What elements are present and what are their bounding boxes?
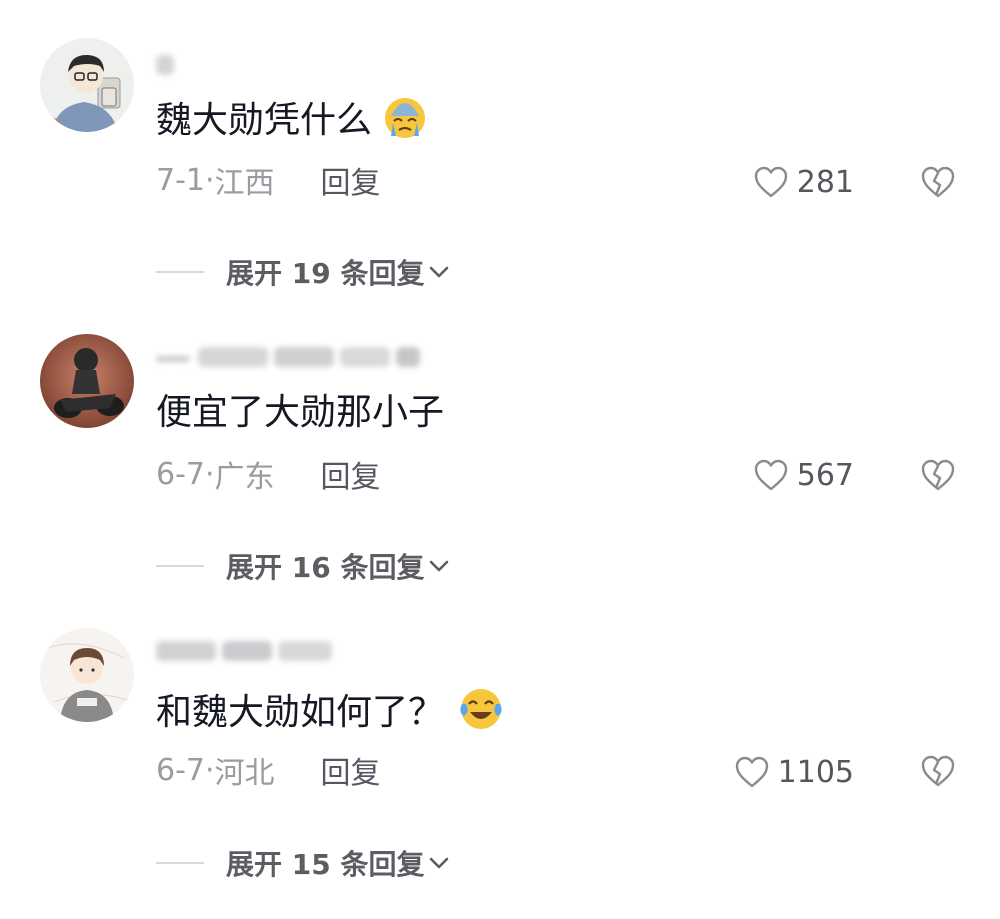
broken-heart-icon[interactable] [920,754,956,788]
chevron-down-icon [430,560,449,572]
comment-text-label: 便宜了大勋那小子 [156,392,445,433]
reply-button[interactable]: 回复 [321,748,381,792]
expand-replies-label: 展开 15 条回复 [226,848,425,881]
avatar-illustration [40,628,134,722]
comment-meta: 6-7· 广东 回复 [156,452,381,496]
expand-replies-label: 展开 16 条回复 [226,551,425,584]
laughing-tears-emoji [460,689,502,729]
comment-text-label: 和魏大勋如何了？ [156,692,445,733]
like-button[interactable]: 567 [753,455,854,495]
heart-outline-icon [754,459,787,491]
chevron-down-icon [430,857,449,869]
avatar[interactable] [40,628,134,722]
username-blurred[interactable] [156,344,420,370]
broken-heart-icon[interactable] [920,458,956,492]
divider-line [156,565,204,567]
expand-replies-button[interactable]: 展开 15 条回复 [156,843,450,883]
comment-location: 河北 [214,756,275,791]
reply-button[interactable]: 回复 [321,452,381,496]
divider-line [156,862,204,864]
comment-text: 和魏大勋如何了？ [156,684,504,734]
comment-text: 便宜了大勋那小子 [156,384,444,434]
like-count: 567 [796,457,854,493]
expand-replies-button[interactable]: 展开 16 条回复 [156,546,450,586]
comment-item: 和魏大勋如何了？ 6-7· 河北 回复 1105 展开 15 条回复 [0,0,1000,881]
comment-meta: 6-7· 河北 回复 [156,748,381,792]
like-button[interactable]: 1105 [734,752,854,792]
comment-date: 6-7· [156,752,215,788]
comment-date: 6-7· [156,456,215,492]
like-count: 1105 [777,754,854,790]
heart-outline-icon [735,756,768,788]
avatar[interactable] [40,334,134,428]
avatar-illustration [40,334,134,428]
comment-location: 广东 [214,460,275,495]
username-blurred[interactable] [156,638,332,664]
